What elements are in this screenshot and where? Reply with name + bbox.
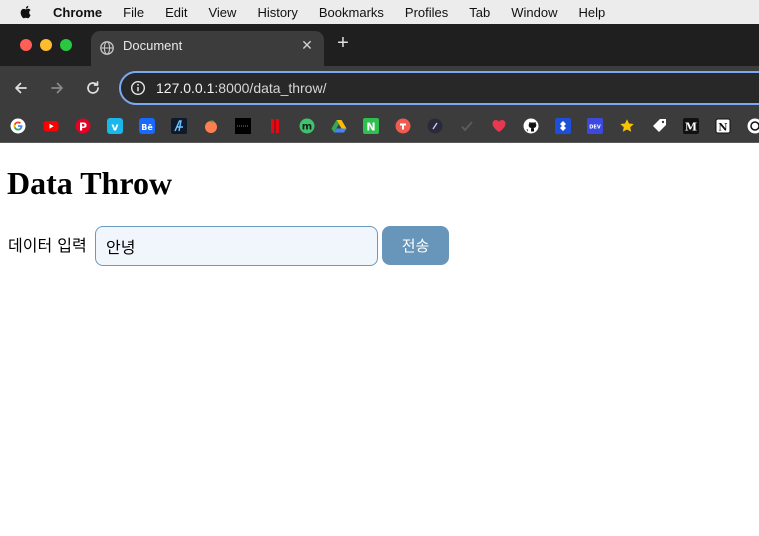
svg-text:DEV: DEV: [589, 124, 601, 130]
menu-profiles[interactable]: Profiles: [405, 5, 448, 20]
svg-text:v: v: [111, 120, 119, 133]
new-tab-plus-icon[interactable]: +: [335, 33, 351, 53]
slash-circle-icon[interactable]: [427, 118, 443, 134]
address-url: 127.0.0.1:8000/data_throw/: [156, 80, 326, 96]
checkmark-icon[interactable]: [459, 118, 475, 134]
menu-history[interactable]: History: [257, 5, 297, 20]
tag-icon[interactable]: [651, 118, 667, 134]
google-drive-icon[interactable]: [331, 118, 347, 134]
m-circle-icon[interactable]: m: [299, 118, 315, 134]
menu-tab[interactable]: Tab: [469, 5, 490, 20]
github-icon[interactable]: [523, 118, 539, 134]
menu-window[interactable]: Window: [511, 5, 557, 20]
page-content: Data Throw 데이터 입력 전송: [0, 143, 759, 536]
jira-icon[interactable]: [555, 118, 571, 134]
svg-text:N: N: [718, 122, 727, 133]
forward-arrow-icon[interactable]: [48, 79, 66, 97]
site-info-icon[interactable]: [130, 80, 146, 96]
netflix-icon[interactable]: [267, 118, 283, 134]
menu-bookmarks[interactable]: Bookmarks: [319, 5, 384, 20]
close-tab-icon[interactable]: ✕: [300, 39, 314, 53]
openai-icon[interactable]: [747, 118, 759, 134]
peach-icon[interactable]: [203, 118, 219, 134]
n-square-icon[interactable]: N: [363, 118, 379, 134]
heart-icon[interactable]: [491, 118, 507, 134]
back-arrow-icon[interactable]: [12, 79, 30, 97]
menu-help[interactable]: Help: [579, 5, 606, 20]
submit-button[interactable]: 전송: [382, 226, 449, 265]
svg-text:Bē: Bē: [141, 123, 153, 132]
tab-strip: Document ✕ +: [0, 24, 759, 66]
google-icon[interactable]: [10, 118, 26, 134]
menu-file[interactable]: File: [123, 5, 144, 20]
bookmarks-bar: P v Bē m N DEV M N: [0, 110, 759, 142]
url-path: :8000/data_throw/: [214, 80, 327, 96]
affinity-icon[interactable]: [171, 118, 187, 134]
reload-icon[interactable]: [84, 79, 102, 97]
browser-toolbar: 127.0.0.1:8000/data_throw/: [0, 66, 759, 110]
dev-icon[interactable]: DEV: [587, 118, 603, 134]
url-host: 127.0.0.1: [156, 80, 215, 96]
macos-menu-bar: Chrome File Edit View History Bookmarks …: [0, 0, 759, 24]
zoom-window-button[interactable]: [60, 39, 72, 51]
apple-logo-icon[interactable]: [18, 4, 34, 20]
minimize-window-button[interactable]: [40, 39, 52, 51]
page-title: Data Throw: [7, 165, 173, 201]
svg-text:P: P: [79, 120, 87, 133]
address-bar[interactable]: 127.0.0.1:8000/data_throw/: [119, 71, 759, 105]
tab-document[interactable]: Document ✕: [91, 31, 324, 66]
red-circle-icon[interactable]: [395, 118, 411, 134]
svg-text:N: N: [366, 120, 375, 133]
behance-icon[interactable]: Bē: [139, 118, 155, 134]
input-label: 데이터 입력: [8, 236, 87, 255]
pinterest-icon[interactable]: P: [75, 118, 91, 134]
youtube-icon[interactable]: [43, 118, 59, 134]
menu-app-chrome[interactable]: Chrome: [53, 5, 102, 20]
vimeo-icon[interactable]: v: [107, 118, 123, 134]
globe-icon: [100, 40, 114, 55]
svg-text:M: M: [685, 120, 697, 133]
svg-text:m: m: [302, 122, 312, 133]
dark-stripe-icon[interactable]: [235, 118, 251, 134]
close-window-button[interactable]: [20, 39, 32, 51]
data-input-field[interactable]: [95, 226, 378, 266]
menu-view[interactable]: View: [208, 5, 236, 20]
menu-edit[interactable]: Edit: [165, 5, 187, 20]
star-icon[interactable]: [619, 118, 635, 134]
medium-icon[interactable]: M: [683, 118, 699, 134]
tab-title: Document: [123, 38, 183, 53]
notion-icon[interactable]: N: [715, 118, 731, 134]
